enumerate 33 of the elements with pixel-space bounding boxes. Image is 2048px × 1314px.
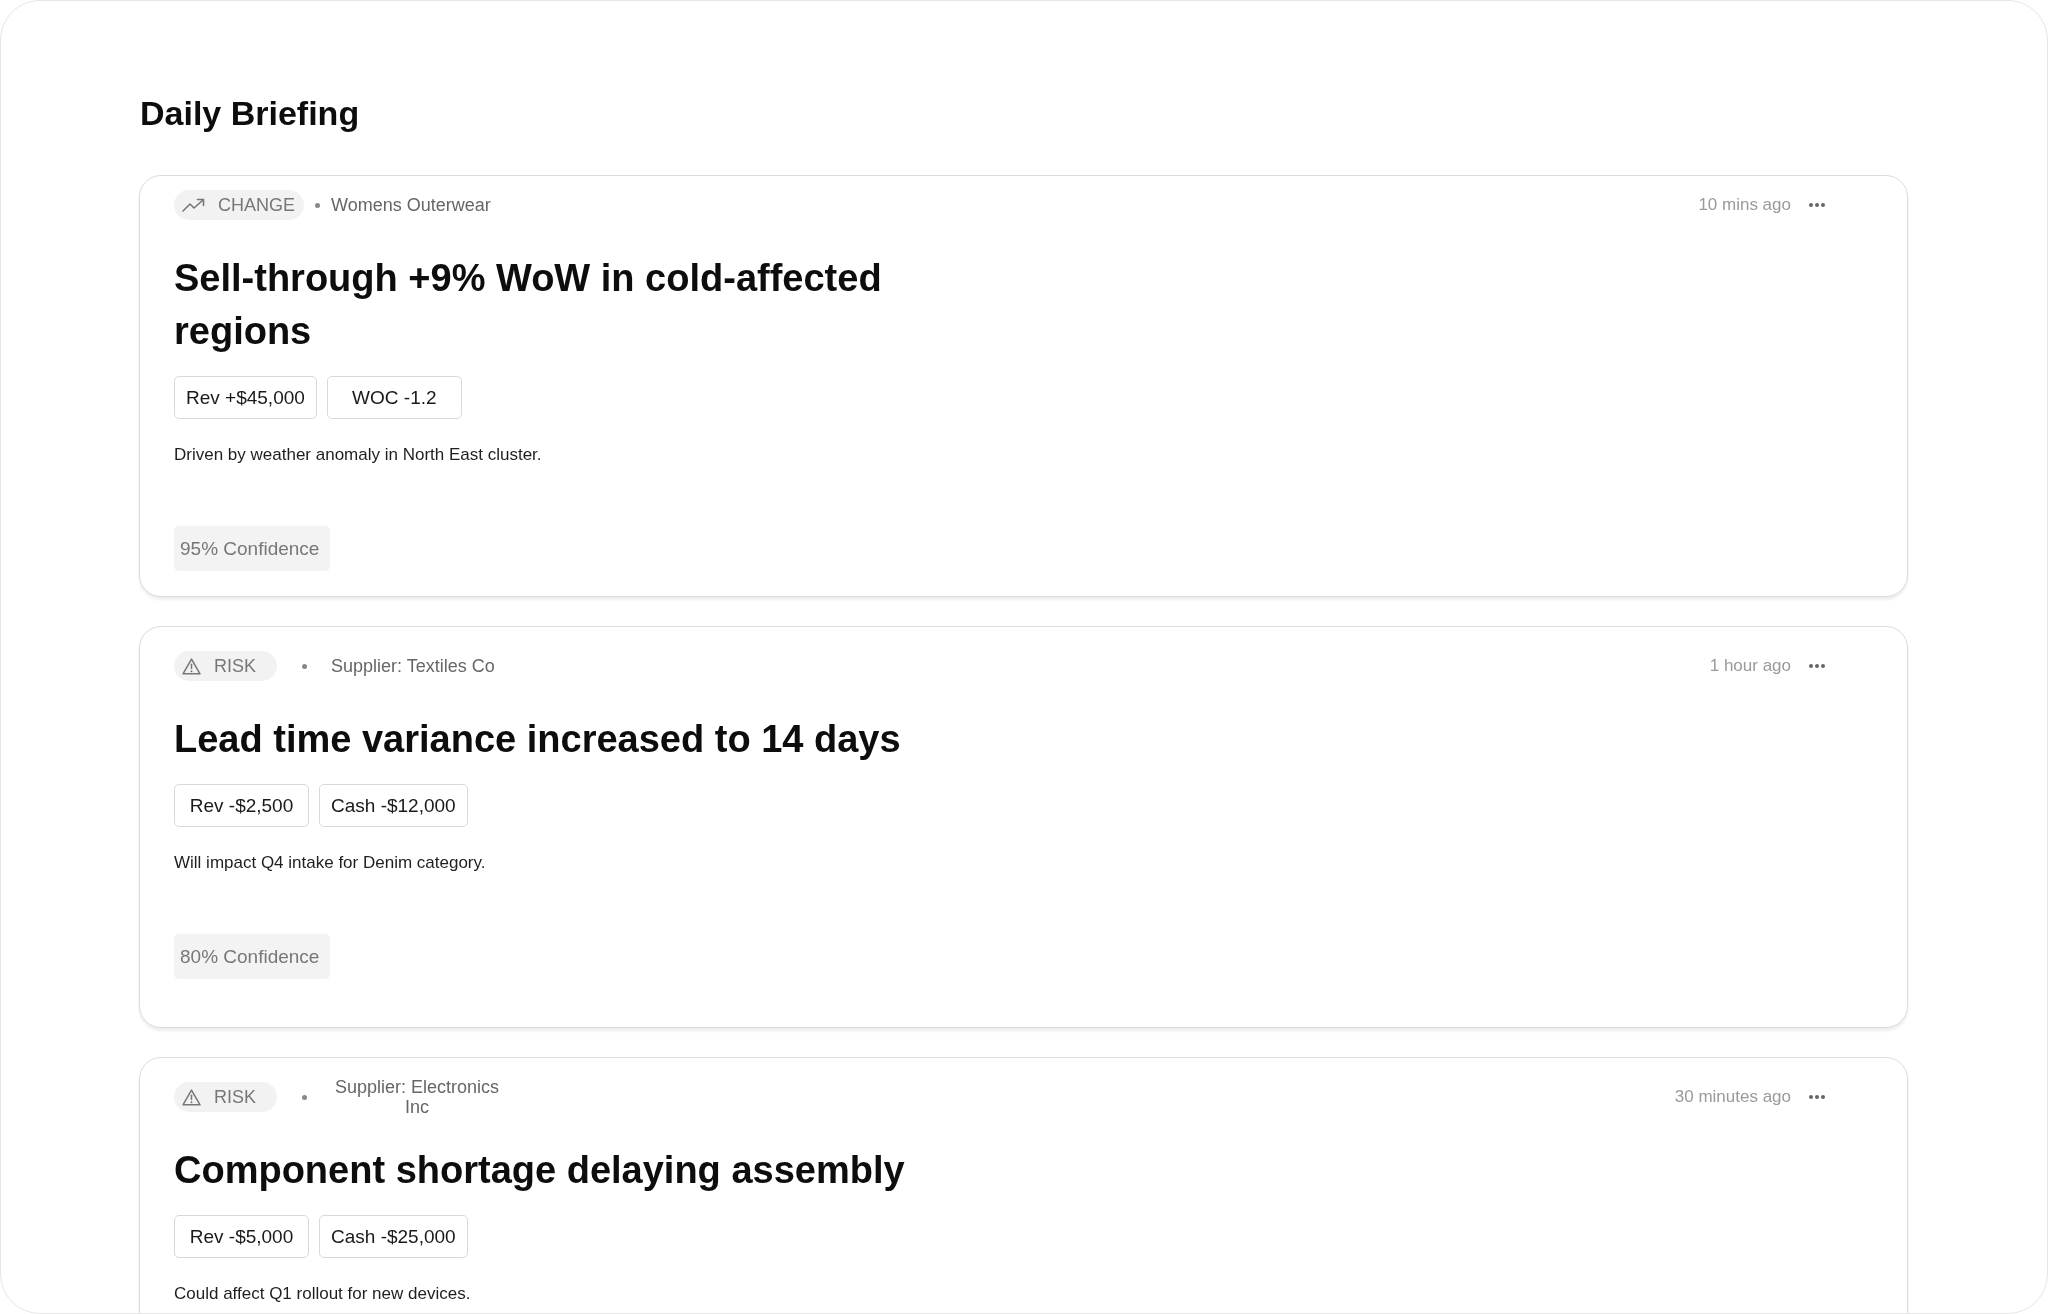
card-description: Could affect Q1 rollout for new devices. (174, 1283, 471, 1305)
category-label: CHANGE (218, 195, 295, 215)
timestamp: 30 minutes ago (1674, 1087, 1791, 1107)
ellipsis-icon (1809, 203, 1825, 207)
card-description: Driven by weather anomaly in North East cluster. (174, 444, 542, 466)
category-label: RISK (214, 1087, 256, 1107)
source-label: Supplier: Textiles Co (331, 656, 495, 676)
timestamp: 10 mins ago (1698, 195, 1791, 215)
metric-tag: Rev -$2,500 (174, 784, 309, 827)
card-title: Sell-through +9% WoW in cold-affected regions (174, 256, 883, 354)
ellipsis-icon (1809, 1095, 1825, 1099)
category-label: RISK (214, 656, 256, 676)
confidence-tag: 95% Confidence (174, 526, 331, 571)
trend-up-icon (182, 198, 205, 212)
card-title: Lead time variance increased to 14 days (174, 717, 901, 762)
separator-dot-icon (301, 663, 307, 669)
metric-tag: Cash -$12,000 (319, 784, 468, 827)
metric-tag: Rev +$45,000 (174, 376, 317, 419)
timestamp: 1 hour ago (1709, 656, 1791, 676)
metric-tag: WOC -1.2 (326, 376, 462, 419)
warning-icon (182, 657, 201, 675)
page-title: Daily Briefing (140, 93, 361, 133)
confidence-tag: 80% Confidence (174, 934, 331, 979)
metric-tag: Cash -$25,000 (319, 1215, 468, 1258)
warning-icon (182, 1088, 201, 1106)
ellipsis-icon (1809, 664, 1825, 668)
source-label: Supplier: Electronics Inc (333, 1077, 501, 1117)
card-description: Will impact Q4 intake for Denim category. (174, 852, 486, 874)
card-title: Component shortage delaying assembly (174, 1148, 905, 1193)
source-label: Womens Outerwear (331, 195, 491, 215)
separator-dot-icon (315, 202, 320, 208)
metric-tag: Rev -$5,000 (174, 1215, 309, 1258)
separator-dot-icon (301, 1094, 307, 1100)
